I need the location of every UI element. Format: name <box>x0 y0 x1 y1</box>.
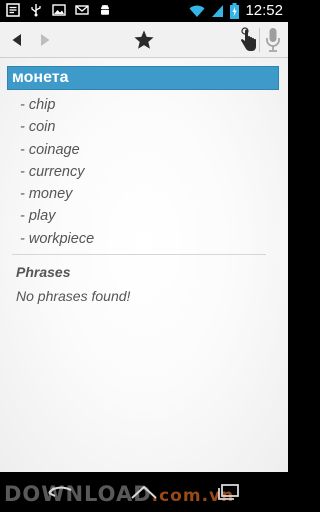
microphone-icon <box>266 28 280 52</box>
back-arrow-icon <box>12 34 21 46</box>
text-icon <box>6 3 20 17</box>
translation-item[interactable]: - coinage <box>20 139 94 161</box>
translation-item[interactable]: - coin <box>20 116 94 138</box>
translation-item[interactable]: - money <box>20 183 94 205</box>
wifi-icon <box>189 5 205 17</box>
translation-item[interactable]: - workpiece <box>20 228 94 250</box>
phrases-empty-message: No phrases found! <box>16 288 131 304</box>
watermark: DOWNLOAD.com.vn <box>4 482 234 506</box>
translation-item[interactable]: - play <box>20 205 94 227</box>
favorite-button[interactable] <box>130 22 158 58</box>
forward-arrow-icon <box>41 34 50 46</box>
translation-item[interactable]: - chip <box>20 94 94 116</box>
translation-list: - chip - coin - coinage - currency - mon… <box>20 94 94 250</box>
translation-item[interactable]: - currency <box>20 161 94 183</box>
navigation-bar: DOWNLOAD.com.vn <box>0 472 288 512</box>
mail-icon <box>75 5 89 15</box>
action-bar <box>0 22 288 58</box>
forward-button[interactable] <box>34 22 56 58</box>
entry-word: монета <box>12 69 69 86</box>
battery-icon <box>230 2 240 19</box>
nav-back-button[interactable] <box>40 472 80 512</box>
system-status: 12:52 <box>189 2 283 19</box>
back-button[interactable] <box>6 22 28 58</box>
star-icon <box>134 30 154 49</box>
action-divider <box>259 28 260 52</box>
touch-hand-icon <box>241 27 256 51</box>
notification-icons <box>6 3 112 17</box>
handwriting-button[interactable] <box>238 22 258 58</box>
nav-home-button[interactable] <box>124 472 164 512</box>
phrases-heading: Phrases <box>16 264 71 280</box>
usb-icon <box>31 4 41 17</box>
dictionary-content: монета - chip - coin - coinage - currenc… <box>0 58 288 472</box>
entry-header: монета <box>7 66 279 90</box>
nav-home-icon <box>131 485 157 499</box>
voice-search-button[interactable] <box>262 22 284 58</box>
nav-recent-button[interactable] <box>208 472 248 512</box>
status-bar: 12:52 <box>0 0 288 22</box>
clock: 12:52 <box>245 2 283 19</box>
image-icon <box>52 4 66 16</box>
android-icon <box>101 4 109 15</box>
nav-recent-icon <box>218 484 239 500</box>
signal-icon <box>212 4 224 17</box>
nav-back-icon <box>48 486 72 497</box>
section-divider <box>12 254 266 255</box>
